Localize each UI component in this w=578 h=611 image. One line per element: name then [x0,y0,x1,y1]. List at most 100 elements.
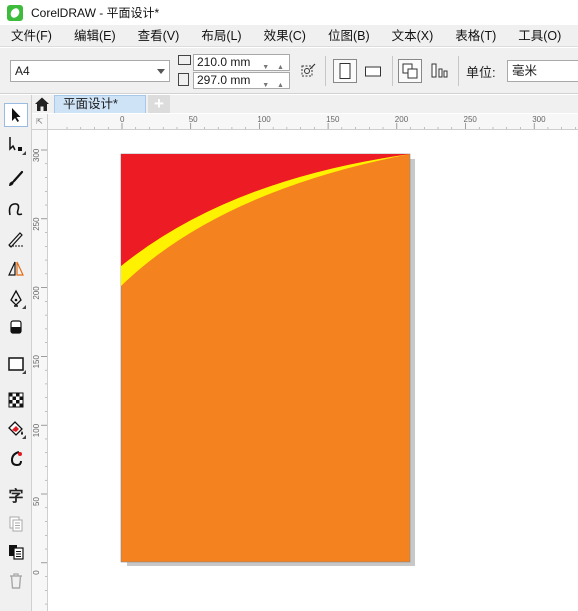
menu-tools[interactable]: 工具(O) [507,25,572,47]
smart-drawing-tool-button[interactable] [4,227,28,251]
plus-icon: + [154,94,164,113]
delete-button[interactable] [4,569,28,593]
interactive-fill-tool-button[interactable] [4,417,28,441]
ruler-label: 50 [189,115,198,124]
freehand-tool-button[interactable] [4,197,28,221]
menu-effects[interactable]: 效果(C) [253,25,317,47]
flyout-corner-icon [22,435,26,439]
page-width-icon [178,55,191,65]
scale-pages-icon [301,63,316,77]
portrait-icon [339,63,351,79]
ruler-origin-corner[interactable]: ⇱ [32,114,48,130]
transparency-tool-button[interactable] [4,388,28,412]
page-size-select[interactable]: A4 [10,60,170,82]
ruler-label: 250 [464,115,478,124]
coreldraw-logo-icon [7,4,23,21]
pick-tool-button[interactable] [4,103,28,127]
page-width-value: 210.0 mm [197,55,251,69]
ruler-label: 300 [532,115,546,124]
chevron-down-icon [157,69,165,74]
text-tool-button[interactable]: 字 [4,483,28,507]
artwork-svg [120,153,415,566]
menu-text[interactable]: 文本(X) [381,25,445,47]
ruler-label: 100 [257,115,271,124]
vertical-ruler[interactable]: 300 250 200 150 100 50 0 [32,130,48,611]
freehand-curve-icon [8,203,23,216]
separator [392,56,393,86]
menu-table[interactable]: 表格(T) [444,25,507,47]
brush-icon [9,170,24,186]
height-spinner-icon[interactable]: ▼ ▲ [262,78,287,93]
mirror-tool-button[interactable] [4,257,28,281]
checkerboard-icon [8,392,24,408]
current-page-icon [431,63,448,78]
page-width-field[interactable]: 210.0 mm ▼ ▲ [193,54,290,71]
mirror-triangle-icon [8,261,24,276]
separator [458,56,459,86]
text-tool-glyph: 字 [8,487,24,505]
all-pages-button[interactable] [398,59,422,83]
menu-file[interactable]: 文件(F) [0,25,63,47]
current-page-button[interactable] [428,59,452,83]
document-tab-label: 平面设计* [63,97,118,111]
menu-bar: 文件(F) 编辑(E) 查看(V) 布局(L) 效果(C) 位图(B) 文本(X… [0,25,578,47]
property-bar: A4 210.0 mm ▼ ▲ 297.0 mm ▼ ▲ 单位: 毫米 [0,48,578,94]
horizontal-ruler-scale: 0 50 100 150 200 250 300 [66,115,576,129]
object-pages-icon [9,545,24,560]
smart-fill-icon [10,451,22,467]
ruler-label: 150 [32,355,41,369]
ruler-label: 250 [32,217,41,231]
menu-edit[interactable]: 编辑(E) [63,25,127,47]
ruler-label: 50 [32,497,41,506]
flyout-corner-icon [22,305,26,309]
ruler-label: 150 [326,115,340,124]
ruler-label: 300 [32,148,41,162]
landscape-button[interactable] [361,59,385,83]
trash-icon [10,573,22,589]
rectangle-tool-button[interactable] [4,352,28,376]
menu-layout[interactable]: 布局(L) [190,25,252,47]
page-orientation-lock-button[interactable] [297,60,319,82]
table-pages-icon [9,516,23,532]
table-tool-button[interactable] [4,512,28,536]
home-icon [35,97,49,111]
page-height-value: 297.0 mm [197,73,251,87]
cursor-arrow-icon [12,108,21,122]
document-tab-active[interactable]: 平面设计* [54,95,146,113]
landscape-icon [365,66,381,77]
horizontal-ruler[interactable]: 0 50 100 150 200 250 300 [32,114,578,130]
ruler-label: 0 [32,570,41,575]
page-size-value: A4 [15,64,30,78]
all-pages-icon [402,63,418,79]
smart-fill-tool-button[interactable] [4,447,28,471]
flyout-corner-icon [22,151,26,155]
smart-drawing-icon [8,232,23,248]
drawing-canvas[interactable] [49,131,578,611]
ruler-label: 0 [120,115,125,124]
ruler-label: 200 [32,286,41,300]
menu-bitmaps[interactable]: 位图(B) [317,25,381,47]
page-height-icon [178,73,189,86]
unit-label: 单位: [466,65,496,80]
eraser-icon [10,320,22,334]
flyout-corner-icon [22,370,26,374]
page-height-field[interactable]: 297.0 mm ▼ ▲ [193,72,290,89]
pen-tool-button[interactable] [4,287,28,311]
unit-value: 毫米 [512,64,538,78]
separator [325,56,326,86]
portrait-button[interactable] [333,59,357,83]
ruler-label: 100 [32,423,41,437]
eraser-tool-button[interactable] [4,315,28,339]
title-bar: CorelDRAW - 平面设计* [0,0,578,25]
window-title: CorelDRAW - 平面设计* [31,6,160,20]
ruler-label: 200 [395,115,409,124]
unit-select[interactable]: 毫米 [507,60,578,82]
add-document-tab-button[interactable]: + [148,95,170,113]
shape-tool-button[interactable] [4,133,28,157]
object-manager-button[interactable] [4,540,28,564]
menu-view[interactable]: 查看(V) [127,25,191,47]
artistic-media-tool-button[interactable] [4,167,28,191]
document-tab-bar: 平面设计* + [32,95,578,113]
home-tab[interactable] [32,95,52,113]
vertical-ruler-scale: 300 250 200 150 100 50 0 [32,148,47,605]
